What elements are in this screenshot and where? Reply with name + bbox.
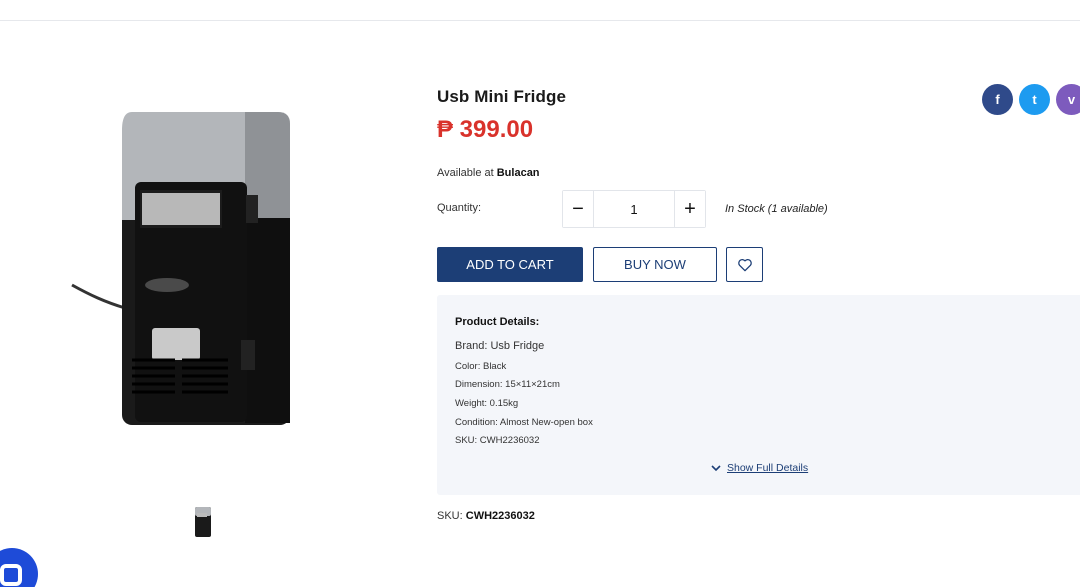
product-details-panel: Product Details: Brand: Usb Fridge Color… <box>437 295 1080 495</box>
details-header: Product Details: <box>455 316 540 328</box>
product-sku: SKU: CWH2236032 <box>437 510 535 522</box>
details-condition: Condition: Almost New-open box <box>455 417 593 428</box>
availability-location: Bulacan <box>496 167 540 179</box>
product-thumbnail[interactable] <box>190 503 216 541</box>
quantity-decrement-button[interactable]: − <box>563 191 593 227</box>
chat-widget-button[interactable] <box>0 548 38 587</box>
stock-status: In Stock (1 available) <box>725 203 828 215</box>
show-full-details-link[interactable]: Show Full Details <box>711 462 808 474</box>
product-main-image[interactable] <box>60 90 310 440</box>
quantity-increment-button[interactable]: + <box>675 191 705 227</box>
quantity-label: Quantity: <box>437 202 482 214</box>
details-color: Color: Black <box>455 361 507 372</box>
facebook-icon[interactable]: f <box>982 84 1013 115</box>
quantity-input[interactable]: 1 <box>593 191 675 227</box>
details-sku: SKU: CWH2236032 <box>455 435 540 446</box>
buy-now-button[interactable]: BUY NOW <box>593 247 717 282</box>
availability-text: Available at Bulacan <box>437 167 540 179</box>
details-brand: Brand: Usb Fridge <box>455 340 545 352</box>
product-title: Usb Mini Fridge <box>437 87 566 106</box>
share-buttons: f t v <box>982 84 1080 115</box>
details-weight: Weight: 0.15kg <box>455 398 519 409</box>
quantity-stepper: − 1 + <box>562 190 706 228</box>
heart-icon <box>737 258 752 271</box>
viber-icon[interactable]: v <box>1056 84 1080 115</box>
details-dimension: Dimension: 15×11×21cm <box>455 379 560 390</box>
chevron-down-icon <box>711 464 721 471</box>
add-to-cart-button[interactable]: ADD TO CART <box>437 247 583 282</box>
product-price: ₱ 399.00 <box>437 116 534 143</box>
header-divider <box>0 20 1080 21</box>
wishlist-button[interactable] <box>726 247 763 282</box>
twitter-icon[interactable]: t <box>1019 84 1050 115</box>
